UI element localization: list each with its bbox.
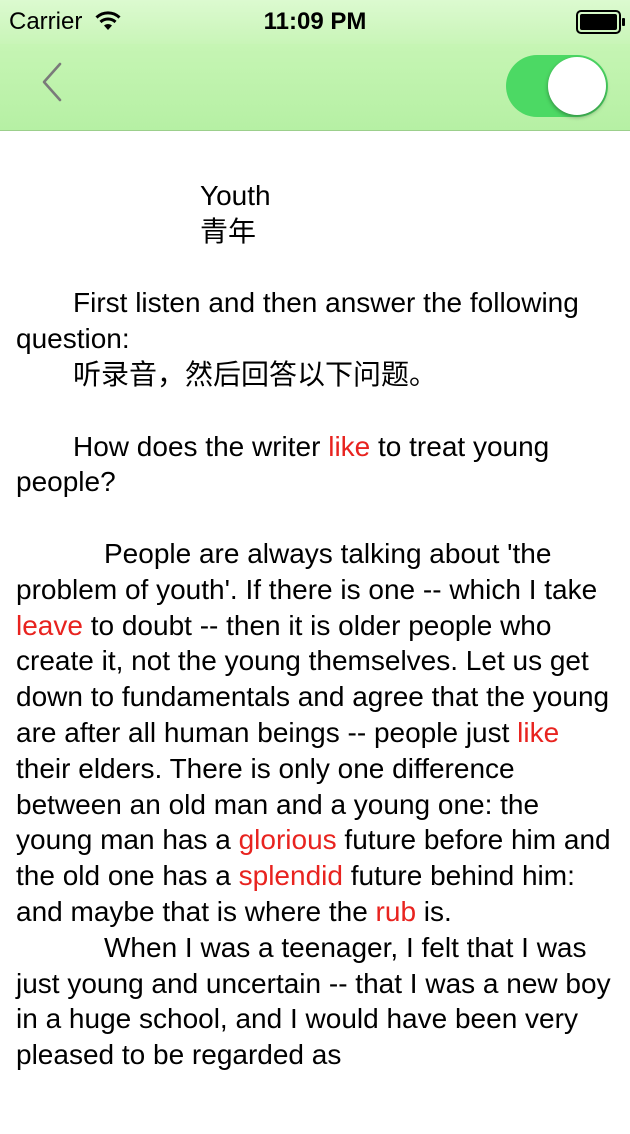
- mode-toggle[interactable]: [506, 55, 608, 117]
- toggle-knob: [548, 57, 606, 115]
- vocab-word[interactable]: glorious: [239, 824, 337, 855]
- title-english: Youth: [200, 180, 271, 211]
- question: How does the writer like to treat young …: [16, 430, 550, 498]
- article-content: Youth 青年 First listen and then answer th…: [16, 178, 616, 1073]
- instruction-english: First listen and then answer the followi…: [16, 287, 579, 355]
- paragraph-1: People are always talking about 'the pro…: [16, 537, 611, 927]
- vocab-word[interactable]: splendid: [239, 860, 343, 891]
- article-title: Youth 青年: [200, 178, 616, 250]
- vocab-word[interactable]: rub: [376, 896, 416, 927]
- vocab-word[interactable]: like: [517, 717, 559, 748]
- clock: 11:09 PM: [263, 8, 367, 35]
- back-button[interactable]: [28, 58, 76, 110]
- status-bar: Carrier 11:09 PM: [0, 0, 630, 44]
- navigation-bar: [0, 44, 630, 131]
- vocab-word[interactable]: leave: [16, 610, 83, 641]
- instruction-chinese: 听录音，然后回答以下问题。: [73, 358, 438, 390]
- title-chinese: 青年: [200, 215, 257, 247]
- battery-icon: [576, 10, 625, 34]
- vocab-word[interactable]: like: [328, 431, 370, 462]
- chevron-left-icon: [42, 62, 62, 102]
- paragraph-2: When I was a teenager, I felt that I was…: [16, 931, 611, 1071]
